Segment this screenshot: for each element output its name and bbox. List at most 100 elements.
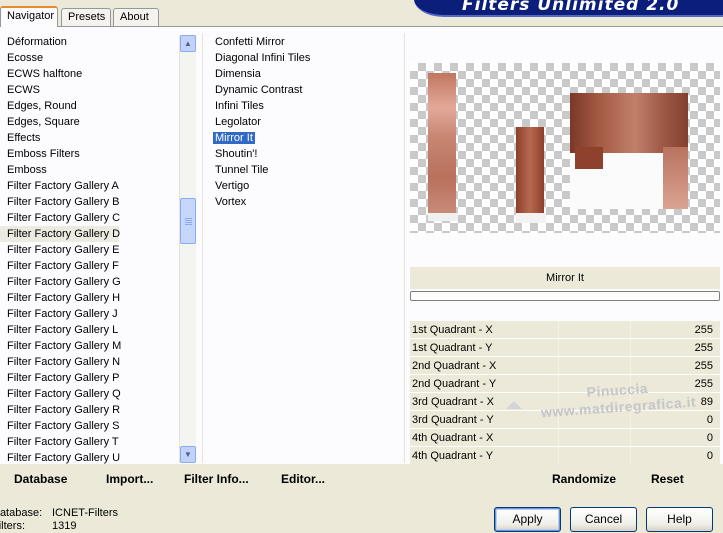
help-button[interactable]: Help bbox=[646, 507, 713, 532]
category-item[interactable]: Edges, Round bbox=[0, 98, 178, 114]
parameter-label: 2nd Quadrant - X bbox=[412, 360, 497, 372]
preview-shape bbox=[428, 73, 456, 213]
parameter-label: 1st Quadrant - X bbox=[412, 324, 493, 336]
preview-area: Mirror It 1st Quadrant - X 255 1st Quadran… bbox=[408, 27, 723, 465]
preview-shape bbox=[428, 213, 458, 221]
app-title: Filters Unlimited 2.0 bbox=[462, 0, 680, 15]
filters-count-label: Filters: bbox=[0, 520, 25, 532]
category-item[interactable]: Emboss bbox=[0, 162, 178, 178]
category-item[interactable]: ECWS halftone bbox=[0, 66, 178, 82]
scroll-up-button[interactable]: ▲ bbox=[180, 35, 196, 52]
preview-shape bbox=[575, 147, 603, 169]
filter-item-label: Dynamic Contrast bbox=[215, 84, 303, 96]
import-button[interactable]: Import... bbox=[106, 472, 153, 486]
parameter-row[interactable]: 1st Quadrant - X 255 bbox=[410, 321, 720, 339]
parameter-value[interactable]: 0 bbox=[707, 429, 713, 447]
category-scrollbar[interactable]: ▲ ▼ bbox=[179, 35, 196, 463]
filter-item[interactable]: Infini Tiles bbox=[208, 98, 398, 114]
preview-shape bbox=[516, 127, 544, 213]
category-item[interactable]: Filter Factory Gallery T bbox=[0, 434, 178, 450]
category-item[interactable]: Filter Factory Gallery F bbox=[0, 258, 178, 274]
reset-button[interactable]: Reset bbox=[651, 472, 684, 486]
filter-item[interactable]: Vertigo bbox=[208, 178, 398, 194]
parameter-value[interactable]: 0 bbox=[707, 447, 713, 465]
database-label: Database: bbox=[0, 507, 43, 519]
parameter-row[interactable]: 1st Quadrant - Y 255 bbox=[410, 339, 720, 357]
filter-item[interactable]: Diagonal Infini Tiles bbox=[208, 50, 398, 66]
filter-item-label: Shoutin'! bbox=[215, 148, 258, 160]
category-item[interactable]: Déformation bbox=[0, 34, 178, 50]
title-banner: Filters Unlimited 2.0 bbox=[414, 0, 723, 17]
scroll-down-button[interactable]: ▼ bbox=[180, 446, 196, 463]
tab-navigator[interactable]: Navigator bbox=[0, 6, 58, 27]
parameter-label: 2nd Quadrant - Y bbox=[412, 378, 497, 390]
database-button[interactable]: Database bbox=[14, 472, 67, 486]
filter-item[interactable]: Mirror It bbox=[208, 130, 398, 146]
filter-item-label: Diagonal Infini Tiles bbox=[215, 52, 311, 64]
category-item[interactable]: Filter Factory Gallery N bbox=[0, 354, 178, 370]
parameter-row[interactable]: 4th Quadrant - X 0 bbox=[410, 429, 720, 447]
category-item[interactable]: Filter Factory Gallery A bbox=[0, 178, 178, 194]
parameter-row[interactable]: 4th Quadrant - Y 0 bbox=[410, 447, 720, 465]
preview-shape bbox=[516, 213, 546, 223]
tab-presets[interactable]: Presets bbox=[61, 8, 111, 26]
filter-item[interactable]: Confetti Mirror bbox=[208, 34, 398, 50]
filter-item[interactable]: Dynamic Contrast bbox=[208, 82, 398, 98]
editor-button[interactable]: Editor... bbox=[281, 472, 325, 486]
randomize-button[interactable]: Randomize bbox=[552, 472, 616, 486]
database-value: ICNET-Filters bbox=[52, 507, 118, 519]
category-item[interactable]: Emboss Filters bbox=[0, 146, 178, 162]
category-item[interactable]: Effects bbox=[0, 130, 178, 146]
category-item[interactable]: Filter Factory Gallery C bbox=[0, 210, 178, 226]
tab-about[interactable]: About bbox=[113, 8, 159, 26]
grip-line bbox=[185, 222, 192, 223]
category-item[interactable]: Filter Factory Gallery S bbox=[0, 418, 178, 434]
filter-list[interactable]: Confetti Mirror Diagonal Infini Tiles Dime… bbox=[208, 34, 398, 210]
filter-item[interactable]: Dimensia bbox=[208, 66, 398, 82]
category-item[interactable]: ECWS bbox=[0, 82, 178, 98]
filter-item-label: Confetti Mirror bbox=[215, 36, 285, 48]
filter-item-label: Infini Tiles bbox=[215, 100, 264, 112]
navigator-panel: Déformation Ecosse ECWS halftone ECWS Edges,… bbox=[0, 26, 723, 466]
parameter-row[interactable]: 2nd Quadrant - X 255 bbox=[410, 357, 720, 375]
category-item[interactable]: Filter Factory Gallery D bbox=[0, 226, 120, 242]
parameter-value[interactable]: 255 bbox=[695, 357, 713, 375]
filter-item-label: Dimensia bbox=[215, 68, 261, 80]
category-item[interactable]: Filter Factory Gallery Q bbox=[0, 386, 178, 402]
filter-item-label: Vertigo bbox=[215, 180, 250, 192]
category-item[interactable]: Ecosse bbox=[0, 50, 178, 66]
category-item[interactable]: Edges, Square bbox=[0, 114, 178, 130]
category-item[interactable]: Filter Factory Gallery H bbox=[0, 290, 178, 306]
filter-item[interactable]: Vortex bbox=[208, 194, 398, 210]
category-item[interactable]: Filter Factory Gallery M bbox=[0, 338, 178, 354]
cancel-button[interactable]: Cancel bbox=[570, 507, 637, 532]
filter-item[interactable]: Legolator bbox=[208, 114, 398, 130]
toolbar: Database Import... Filter Info... Editor… bbox=[0, 464, 723, 494]
filter-item-label: Mirror It bbox=[213, 132, 255, 144]
filter-item[interactable]: Tunnel Tile bbox=[208, 162, 398, 178]
preview-divider bbox=[404, 33, 405, 463]
grip-line bbox=[185, 220, 192, 221]
category-item[interactable]: Filter Factory Gallery P bbox=[0, 370, 178, 386]
apply-button[interactable]: Apply bbox=[494, 507, 561, 532]
filter-item-label: Legolator bbox=[215, 116, 261, 128]
category-item[interactable]: Filter Factory Gallery R bbox=[0, 402, 178, 418]
filter-info-button[interactable]: Filter Info... bbox=[184, 472, 249, 486]
preview-shape bbox=[570, 93, 688, 153]
category-list[interactable]: Déformation Ecosse ECWS halftone ECWS Edges,… bbox=[0, 34, 178, 466]
category-item[interactable]: Filter Factory Gallery B bbox=[0, 194, 178, 210]
scrollbar-thumb[interactable] bbox=[180, 198, 196, 244]
category-item[interactable]: Filter Factory Gallery J bbox=[0, 306, 178, 322]
grip-line bbox=[185, 224, 192, 225]
parameter-label: 1st Quadrant - Y bbox=[412, 342, 493, 354]
category-item[interactable]: Filter Factory Gallery E bbox=[0, 242, 178, 258]
preview-image[interactable] bbox=[410, 63, 720, 233]
parameter-value[interactable]: 255 bbox=[695, 339, 713, 357]
filter-item-label: Vortex bbox=[215, 196, 247, 208]
parameter-label: 3rd Quadrant - X bbox=[412, 396, 494, 408]
filter-item[interactable]: Shoutin'! bbox=[208, 146, 398, 162]
parameter-value[interactable]: 255 bbox=[695, 321, 713, 339]
parameter-value[interactable]: 0 bbox=[707, 411, 713, 429]
category-item[interactable]: Filter Factory Gallery L bbox=[0, 322, 178, 338]
category-item[interactable]: Filter Factory Gallery G bbox=[0, 274, 178, 290]
